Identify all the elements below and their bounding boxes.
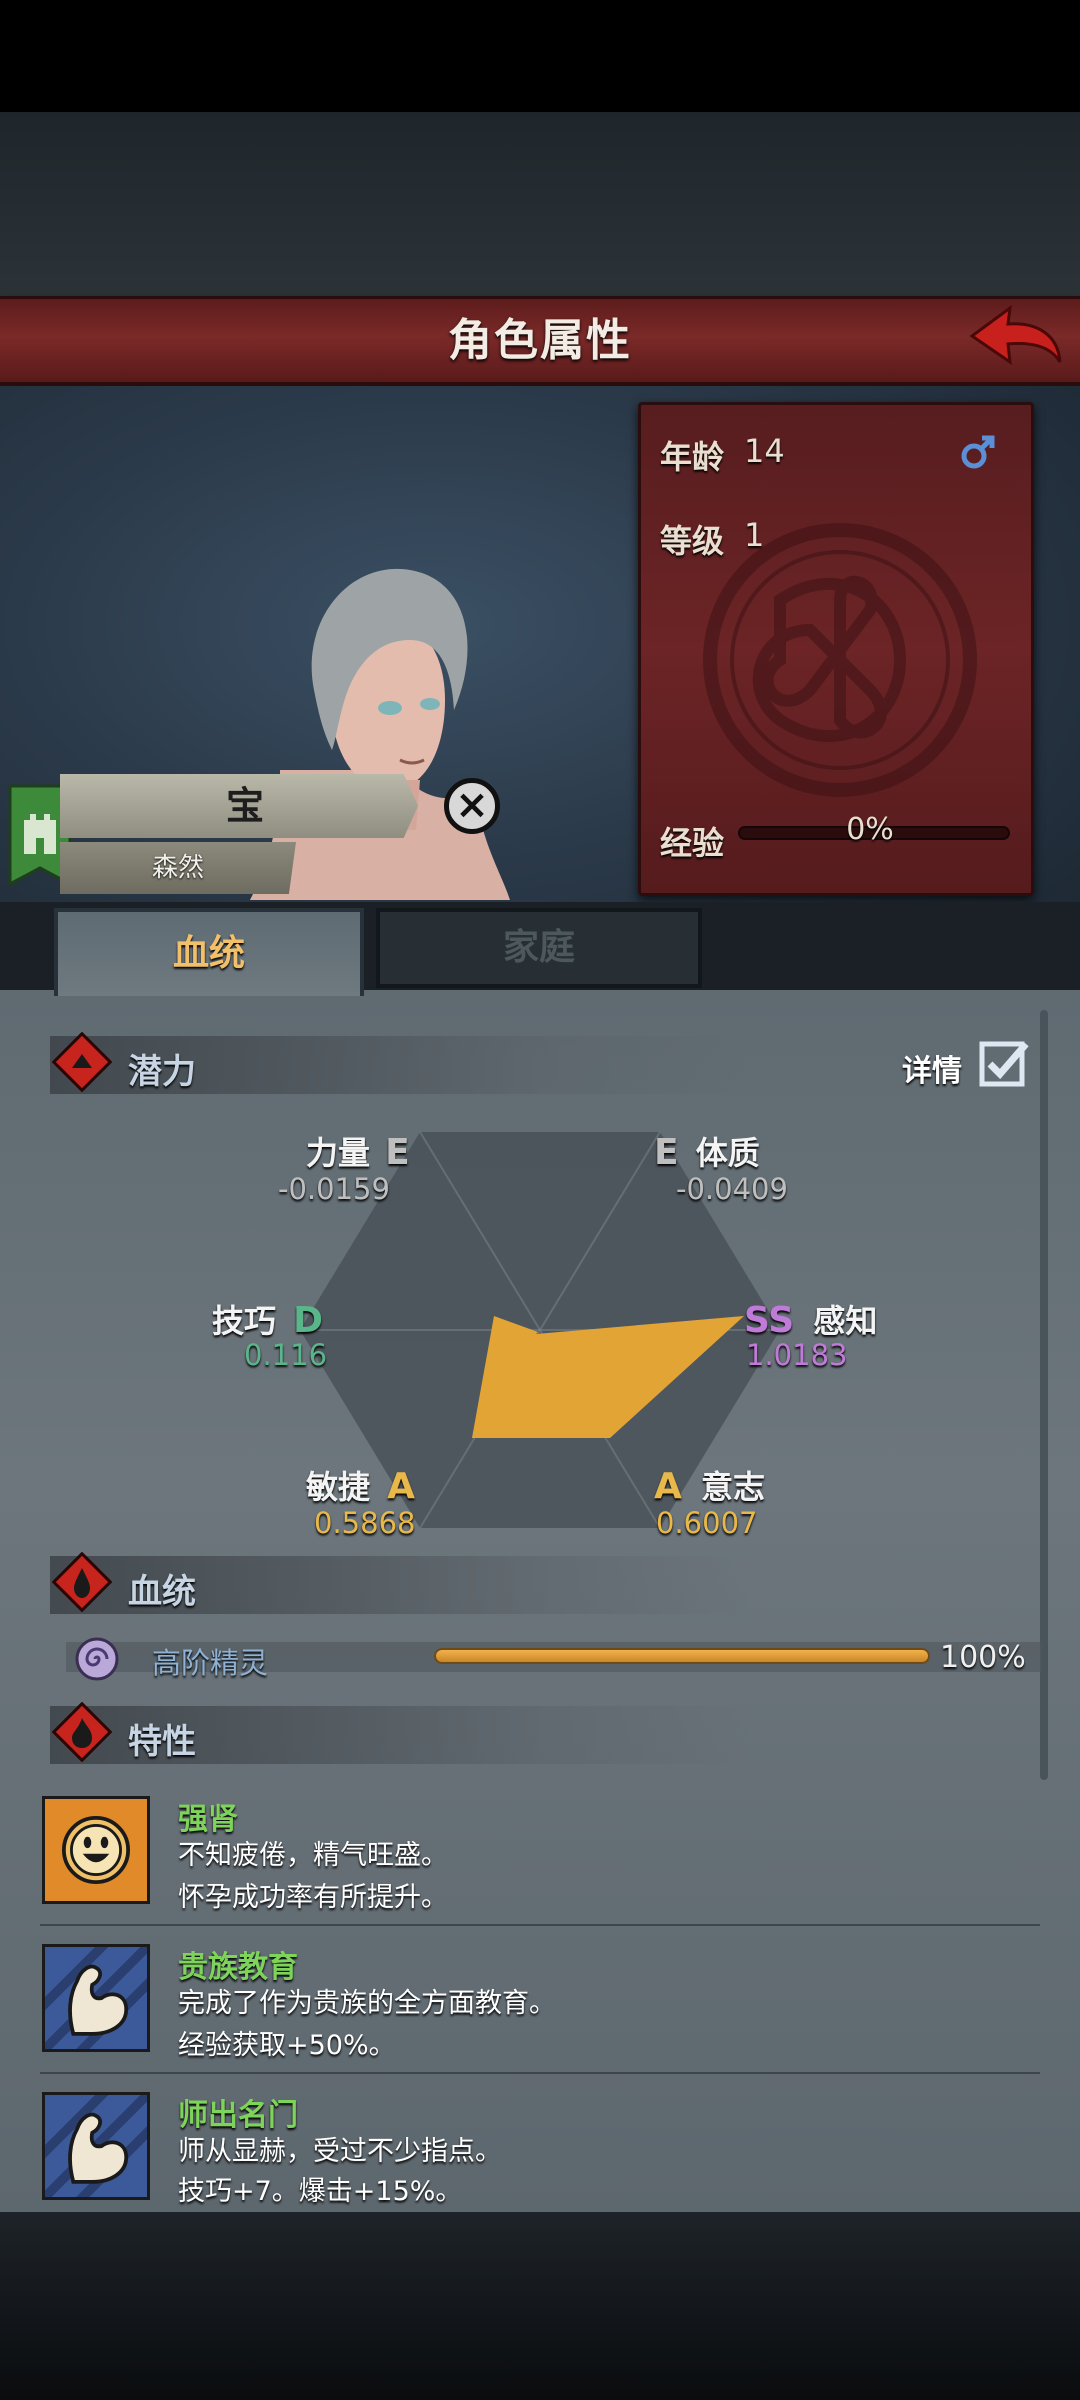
stat-value: 0.6007: [656, 1506, 758, 1540]
bloodline-percent: 100%: [940, 1640, 1026, 1675]
close-button[interactable]: ×: [444, 778, 500, 834]
smiley-sun-icon: [42, 1796, 150, 1904]
top-dark-band: [0, 112, 1080, 298]
trait-desc-line1: 师从显赫，受过不少指点。: [178, 2136, 502, 2167]
level-value: 1: [744, 516, 765, 554]
exp-value: 0%: [846, 812, 894, 847]
stat-skill: 技巧 D: [212, 1296, 323, 1342]
stat-name: 感知: [813, 1302, 878, 1340]
stat-value: 0.116: [244, 1338, 328, 1372]
stat-value: -0.0159: [278, 1172, 390, 1206]
trait-desc-line2: 技巧+7。爆击+15%。: [178, 2176, 463, 2207]
stat-grade: A: [387, 1466, 415, 1507]
potential-icon: [52, 1032, 112, 1092]
stat-name: 力量: [306, 1134, 371, 1172]
trait-desc-line1: 完成了作为贵族的全方面教育。: [178, 1988, 556, 2019]
stat-grade: A: [654, 1466, 682, 1507]
flexed-arm-icon: [42, 1944, 150, 2052]
trait-divider: [40, 1924, 1040, 1926]
trait-desc-line2: 怀孕成功率有所提升。: [178, 1882, 448, 1913]
stat-name: 敏捷: [306, 1468, 371, 1506]
trait-desc-line1: 不知疲倦，精气旺盛。: [178, 1840, 448, 1871]
potential-title: 潜力: [128, 1052, 196, 1092]
detail-label: 详情: [902, 1054, 962, 1089]
character-name: 宝: [225, 784, 264, 828]
traits-icon: [52, 1702, 112, 1762]
stat-grade: SS: [744, 1300, 795, 1341]
male-icon: [961, 435, 995, 469]
stat-strength: 力量 E: [306, 1128, 410, 1174]
back-arrow-icon: [969, 304, 1062, 366]
stat-value: -0.0409: [676, 1172, 788, 1206]
tab-family[interactable]: 家庭: [376, 908, 702, 988]
bloodline-progress-bar: [434, 1648, 930, 1664]
flexed-arm-icon: [42, 2092, 150, 2200]
close-icon: ×: [455, 782, 489, 828]
bloodline-name: 高阶精灵: [152, 1646, 269, 1680]
page-title: 角色属性: [448, 315, 632, 366]
exp-label: 经验: [660, 824, 725, 862]
stat-grade: E: [385, 1132, 410, 1173]
detail-checkbox[interactable]: [978, 1036, 1034, 1092]
stat-grade: D: [293, 1300, 323, 1341]
status-bar-area: [0, 0, 1080, 112]
age-label: 年龄: [660, 438, 725, 476]
traits-title: 特性: [128, 1722, 196, 1762]
tab-bloodline[interactable]: 血统: [54, 908, 364, 996]
trait-divider: [40, 2072, 1040, 2074]
stat-value: 0.5868: [314, 1506, 416, 1540]
back-button[interactable]: [966, 300, 1066, 380]
trait-name: 师出名门: [178, 2098, 298, 2133]
trait-desc-line2: 经验获取+50%。: [178, 2030, 396, 2061]
stat-constitution: E 体质: [654, 1128, 760, 1174]
stat-willpower: A 意志: [654, 1462, 765, 1508]
age-value: 14: [744, 432, 785, 470]
bloodline-icon: [52, 1552, 112, 1612]
stat-agility: 敏捷 A: [306, 1462, 415, 1508]
spiral-icon: [75, 1637, 119, 1681]
bloodline-title: 血统: [128, 1572, 196, 1612]
celtic-knot-emblem: [703, 523, 977, 797]
trait-name: 强肾: [178, 1802, 238, 1837]
stat-value: 1.0183: [746, 1338, 848, 1372]
level-label: 等级: [660, 522, 725, 560]
stat-name: 意志: [700, 1468, 765, 1506]
stat-perception: SS 感知: [744, 1296, 877, 1342]
character-subtitle: 森然: [151, 853, 204, 883]
stat-name: 技巧: [212, 1302, 277, 1340]
stat-name: 体质: [695, 1134, 760, 1172]
bottom-band: [0, 2212, 1080, 2400]
trait-name: 贵族教育: [178, 1950, 298, 1985]
stat-grade: E: [654, 1132, 679, 1173]
